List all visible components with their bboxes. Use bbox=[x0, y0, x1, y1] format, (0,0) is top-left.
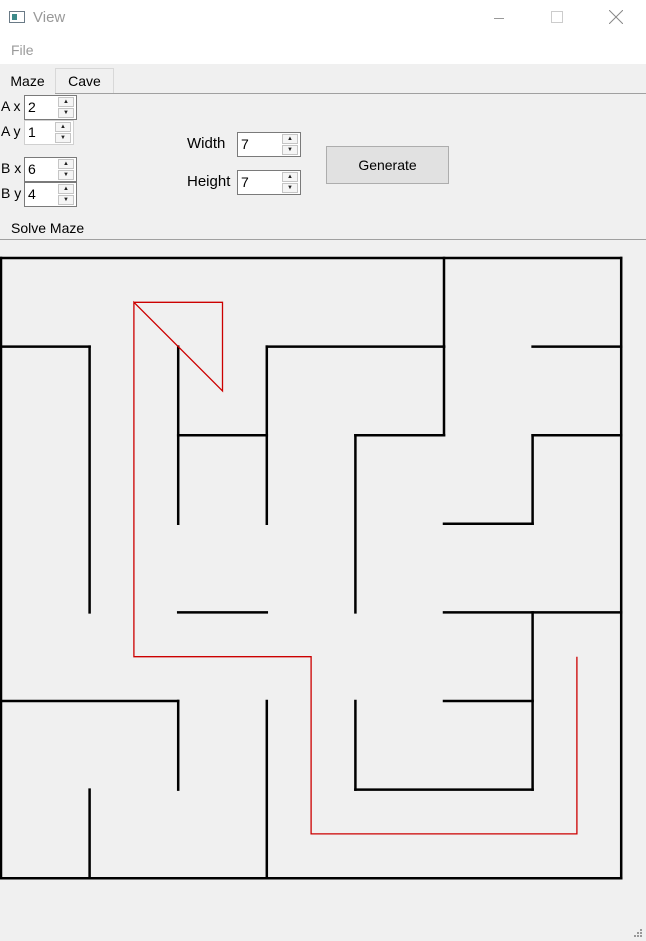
ay-spinbox[interactable]: 1 ▲ ▼ bbox=[24, 120, 74, 145]
width-label: Width bbox=[187, 135, 226, 152]
minimize-icon bbox=[494, 10, 504, 26]
ay-down-arrow-icon[interactable]: ▼ bbox=[55, 133, 71, 143]
height-value[interactable]: 7 bbox=[241, 174, 249, 190]
minimize-button[interactable] bbox=[476, 0, 522, 36]
tab-strip-border bbox=[0, 93, 646, 94]
maze-canvas[interactable] bbox=[0, 256, 646, 886]
title-bar: View bbox=[0, 0, 646, 36]
ay-value[interactable]: 1 bbox=[28, 124, 36, 140]
ax-down-arrow-icon[interactable]: ▼ bbox=[58, 108, 74, 118]
by-spinbox[interactable]: 4 ▲ ▼ bbox=[24, 182, 77, 207]
width-up-arrow-icon[interactable]: ▲ bbox=[282, 134, 298, 144]
tab-cave[interactable]: Cave bbox=[55, 68, 114, 93]
height-label: Height bbox=[187, 173, 231, 190]
close-icon bbox=[608, 9, 624, 27]
solve-maze-button[interactable]: Solve Maze bbox=[11, 220, 84, 236]
maximize-icon bbox=[551, 10, 563, 26]
generate-button[interactable]: Generate bbox=[326, 146, 449, 184]
bx-down-arrow-icon[interactable]: ▼ bbox=[58, 170, 74, 180]
height-up-arrow-icon[interactable]: ▲ bbox=[282, 172, 298, 182]
ax-value[interactable]: 2 bbox=[28, 99, 36, 115]
ay-up-arrow-icon[interactable]: ▲ bbox=[55, 122, 71, 132]
separator bbox=[0, 239, 646, 240]
by-down-arrow-icon[interactable]: ▼ bbox=[58, 195, 74, 205]
ax-label: A x bbox=[1, 98, 21, 114]
bx-up-arrow-icon[interactable]: ▲ bbox=[58, 159, 74, 169]
close-button[interactable] bbox=[593, 0, 639, 36]
by-label: B y bbox=[1, 185, 22, 201]
ay-label: A y bbox=[1, 123, 21, 139]
height-spinbox[interactable]: 7 ▲ ▼ bbox=[237, 170, 301, 195]
menu-file[interactable]: File bbox=[11, 42, 34, 58]
tab-cave-label: Cave bbox=[68, 73, 101, 89]
width-value[interactable]: 7 bbox=[241, 136, 249, 152]
width-down-arrow-icon[interactable]: ▼ bbox=[282, 145, 298, 155]
tab-maze[interactable]: Maze bbox=[0, 66, 55, 94]
by-value[interactable]: 4 bbox=[28, 186, 36, 202]
menu-bar: File bbox=[0, 36, 646, 64]
height-down-arrow-icon[interactable]: ▼ bbox=[282, 183, 298, 193]
window-title: View bbox=[33, 9, 66, 26]
ax-spinbox[interactable]: 2 ▲ ▼ bbox=[24, 95, 77, 120]
ax-up-arrow-icon[interactable]: ▲ bbox=[58, 97, 74, 107]
bx-label: B x bbox=[1, 160, 22, 176]
app-icon bbox=[9, 11, 25, 23]
tab-maze-label: Maze bbox=[10, 72, 45, 89]
bx-value[interactable]: 6 bbox=[28, 161, 36, 177]
by-up-arrow-icon[interactable]: ▲ bbox=[58, 184, 74, 194]
width-spinbox[interactable]: 7 ▲ ▼ bbox=[237, 132, 301, 157]
maximize-button[interactable] bbox=[534, 0, 580, 36]
resize-grip-icon[interactable] bbox=[633, 928, 643, 938]
bx-spinbox[interactable]: 6 ▲ ▼ bbox=[24, 157, 77, 182]
